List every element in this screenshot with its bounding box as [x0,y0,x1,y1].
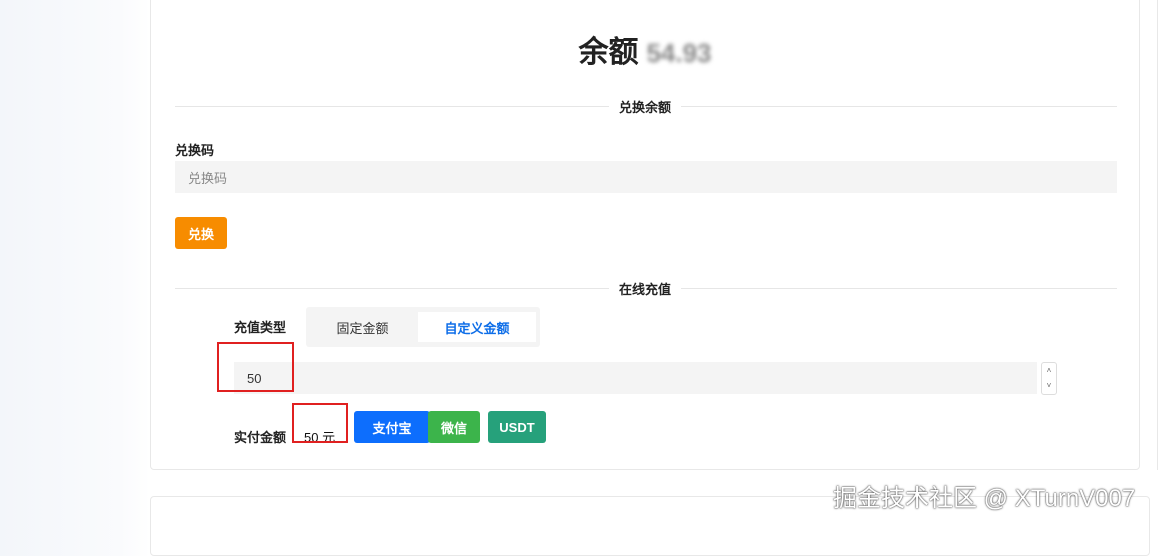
redeem-button[interactable]: 兑换 [175,217,227,249]
usdt-pay-button[interactable]: USDT [488,411,546,443]
tab-fixed-amount[interactable]: 固定金额 [311,312,414,342]
balance-label: 余额 [578,36,639,69]
amount-stepper[interactable]: ˄ ˅ [1041,362,1057,395]
recharge-type-label: 充值类型 [234,320,287,335]
balance-value-blurred: 54.93 [646,38,712,68]
redeem-code-label: 兑换码 [175,143,215,158]
alipay-button[interactable]: 支付宝 [354,411,430,443]
recharge-section-title: 在线充值 [608,282,681,297]
balance-card: 余额 54.93 兑换余额 兑换码 兑换码 兑换 在线充值 充值类型 固定金额 自… [150,0,1140,470]
redeem-code-input[interactable]: 兑换码 [175,161,1117,193]
recharge-type-segmented: 固定金额 自定义金额 [306,307,540,347]
highlight-box [217,342,294,392]
tab-custom-amount[interactable]: 自定义金额 [418,312,536,342]
amount-input[interactable]: 50 [234,362,1037,394]
page-title: 余额 54.93 [151,27,1139,71]
watermark: 掘金技术社区 @ XTurnV007 [833,485,1136,512]
pay-amount-label: 实付金额 [234,430,287,445]
redeem-section-title: 兑换余额 [608,100,681,115]
side-card-edge [1157,0,1158,470]
highlight-box [292,403,348,443]
wechat-pay-button[interactable]: 微信 [428,411,480,443]
